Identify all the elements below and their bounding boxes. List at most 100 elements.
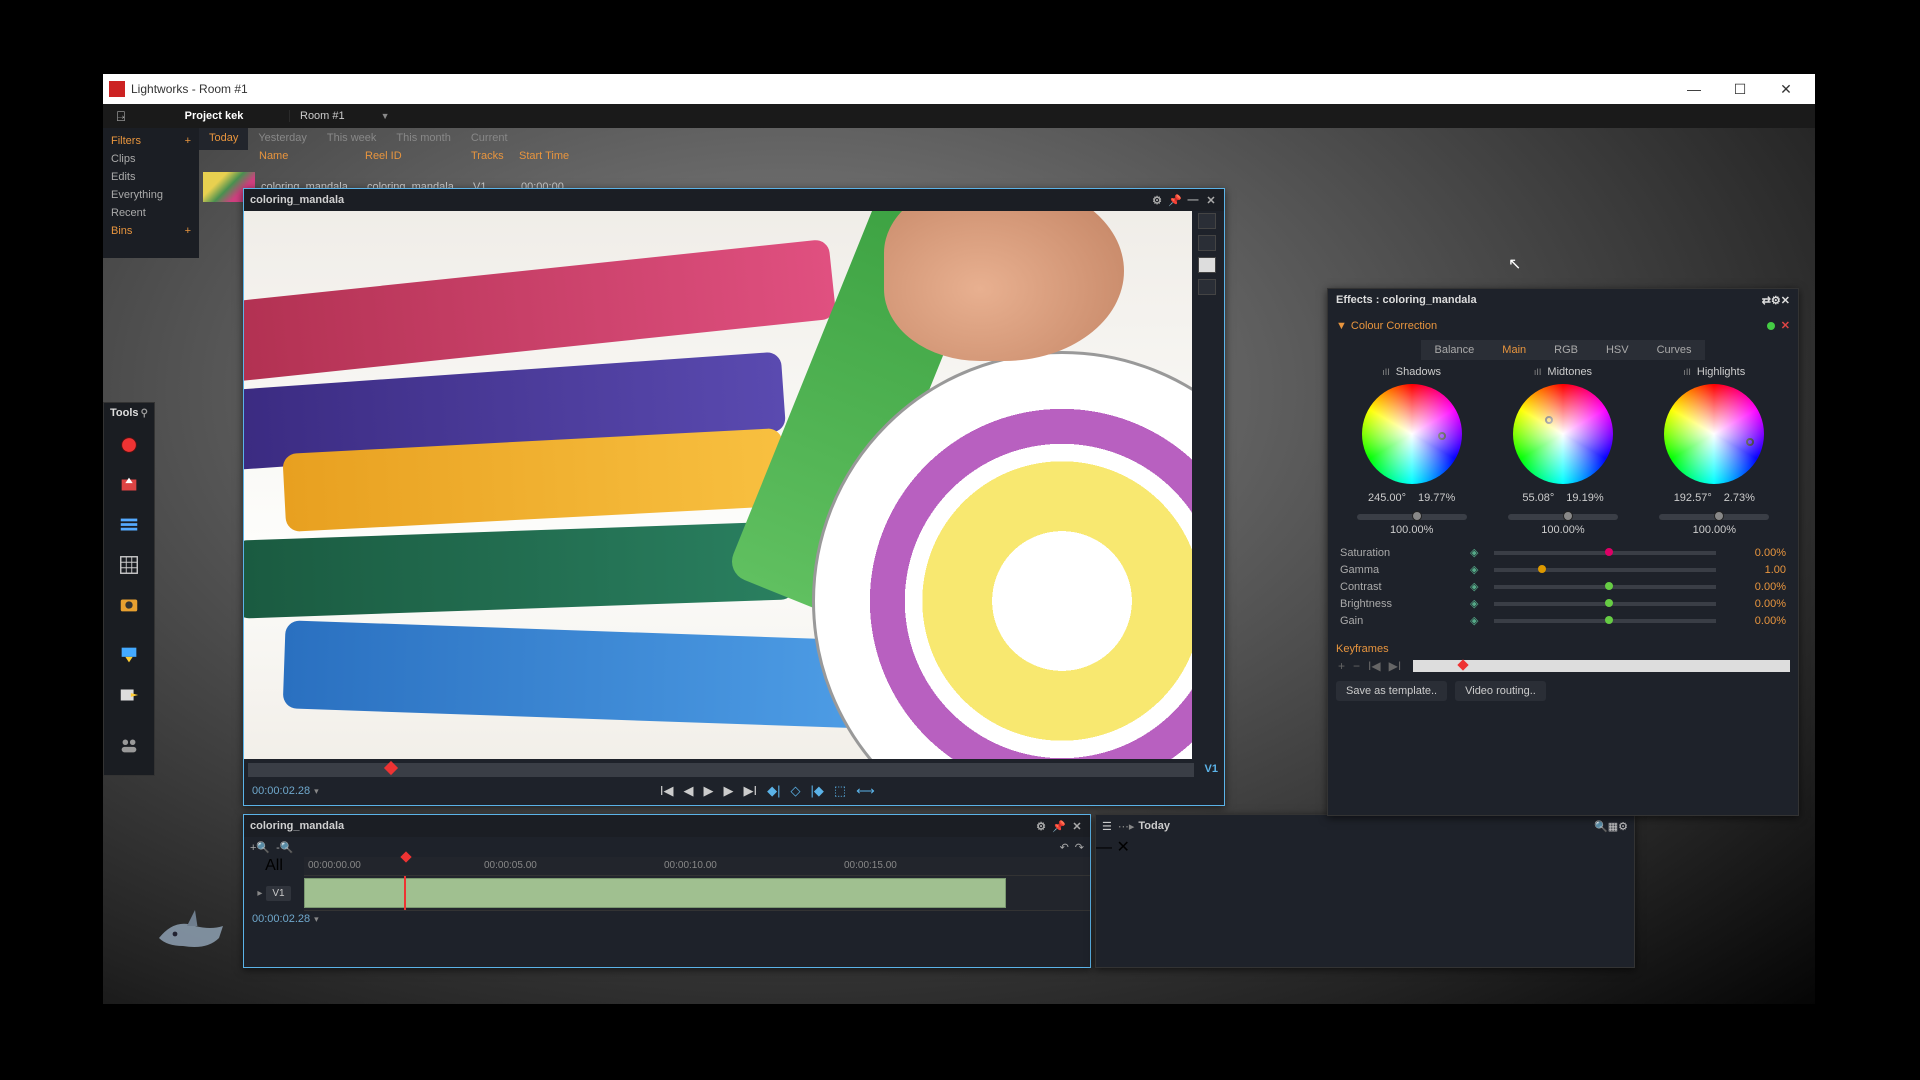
param-slider[interactable] bbox=[1494, 602, 1716, 606]
levels-icon[interactable]: ıII bbox=[1683, 367, 1691, 377]
menu-icon[interactable]: ☰ bbox=[1102, 820, 1112, 833]
tab-balance[interactable]: Balance bbox=[1421, 340, 1489, 360]
scrub-bar[interactable] bbox=[248, 763, 1194, 777]
enabled-indicator[interactable] bbox=[1767, 322, 1775, 330]
zoom-out-button[interactable]: -🔍 bbox=[276, 841, 293, 854]
sidebar-item-everything[interactable]: Everything bbox=[103, 186, 199, 204]
keyframe-track[interactable] bbox=[1413, 660, 1790, 672]
edit-button[interactable] bbox=[111, 637, 147, 673]
color-wheel[interactable] bbox=[1664, 384, 1764, 484]
snapshot-button[interactable] bbox=[111, 587, 147, 623]
gain-slider[interactable] bbox=[1357, 514, 1467, 520]
timeline-ruler[interactable]: 00:00:00.00 00:00:05.00 00:00:10.00 00:0… bbox=[304, 857, 1090, 875]
tab-curves[interactable]: Curves bbox=[1643, 340, 1706, 360]
tab-hsv[interactable]: HSV bbox=[1592, 340, 1643, 360]
sidebar-item-edits[interactable]: Edits bbox=[103, 168, 199, 186]
tab-this-month[interactable]: This month bbox=[386, 128, 460, 150]
playhead-marker[interactable] bbox=[384, 761, 398, 775]
gear-icon[interactable]: ⚙ bbox=[1150, 193, 1164, 207]
minimize-icon[interactable]: — bbox=[1186, 193, 1200, 207]
keyframe-marker[interactable] bbox=[1457, 659, 1468, 670]
pin-icon[interactable]: 📌 bbox=[1168, 193, 1182, 207]
plus-icon[interactable]: + bbox=[185, 225, 191, 237]
slider-knob[interactable] bbox=[1605, 582, 1613, 590]
lines-icon[interactable] bbox=[1198, 235, 1216, 251]
sidebar-item-recent[interactable]: Recent bbox=[103, 204, 199, 222]
goto-end-button[interactable]: ▶I bbox=[743, 783, 757, 799]
keyframe-icon[interactable]: ◈ bbox=[1470, 563, 1486, 576]
undo-button[interactable]: ↶ bbox=[1060, 841, 1069, 854]
share-button[interactable] bbox=[111, 727, 147, 763]
kf-prev-button[interactable]: I◀ bbox=[1366, 659, 1383, 673]
close-icon[interactable]: ✕ bbox=[1116, 839, 1129, 856]
color-wheel[interactable] bbox=[1513, 384, 1613, 484]
gear-icon[interactable]: ⚙ bbox=[1618, 820, 1628, 833]
tab-rgb[interactable]: RGB bbox=[1540, 340, 1592, 360]
goto-start-button[interactable]: I◀ bbox=[660, 783, 674, 799]
grid-icon[interactable]: ▦ bbox=[1608, 820, 1618, 833]
half-icon[interactable] bbox=[1198, 279, 1216, 295]
filters-header[interactable]: Filters+ bbox=[103, 132, 199, 150]
replace-button[interactable]: ⟷ bbox=[856, 783, 875, 799]
close-icon[interactable]: ✕ bbox=[1070, 819, 1084, 833]
all-tracks-button[interactable]: All bbox=[265, 857, 283, 875]
keyframe-icon[interactable]: ◈ bbox=[1470, 614, 1486, 627]
color-wheel[interactable] bbox=[1362, 384, 1462, 484]
step-back-button[interactable]: ◀ bbox=[683, 783, 693, 799]
redo-button[interactable]: ↷ bbox=[1075, 841, 1084, 854]
gain-slider[interactable] bbox=[1508, 514, 1618, 520]
gear-icon[interactable]: ⚙ bbox=[1034, 819, 1048, 833]
keyframe-icon[interactable]: ◈ bbox=[1470, 597, 1486, 610]
remove-effect-button[interactable]: ✕ bbox=[1781, 319, 1790, 332]
pin-icon[interactable]: 📌 bbox=[1052, 819, 1066, 833]
search-button[interactable] bbox=[111, 507, 147, 543]
kf-add-button[interactable]: + bbox=[1336, 659, 1347, 673]
slider-knob[interactable] bbox=[1563, 511, 1573, 521]
play-button[interactable]: ▶ bbox=[703, 783, 713, 799]
tab-today[interactable]: Today bbox=[199, 128, 248, 150]
slider-knob[interactable] bbox=[1714, 511, 1724, 521]
tab-this-week[interactable]: This week bbox=[317, 128, 387, 150]
keyframe-icon[interactable]: ◈ bbox=[1470, 580, 1486, 593]
kf-next-button[interactable]: ▶I bbox=[1387, 659, 1404, 673]
track-v1[interactable] bbox=[304, 875, 1090, 911]
insert-button[interactable]: ⬚ bbox=[834, 783, 846, 799]
track-toggle[interactable]: ▸ bbox=[257, 888, 262, 899]
project-name[interactable]: Project kek bbox=[139, 110, 289, 122]
kf-remove-button[interactable]: − bbox=[1351, 659, 1362, 673]
square-icon[interactable] bbox=[1198, 257, 1216, 273]
settings-icon[interactable]: ⇄ bbox=[1762, 294, 1771, 307]
color-point[interactable] bbox=[1438, 432, 1446, 440]
folder-icon[interactable] bbox=[1198, 213, 1216, 229]
color-point[interactable] bbox=[1545, 416, 1553, 424]
bins-header[interactable]: Bins+ bbox=[103, 222, 199, 240]
breadcrumb[interactable]: Today bbox=[1138, 820, 1170, 832]
export-button[interactable] bbox=[111, 677, 147, 713]
record-button[interactable] bbox=[111, 427, 147, 463]
close-icon[interactable]: ✕ bbox=[1781, 294, 1790, 307]
tab-current[interactable]: Current bbox=[461, 128, 518, 150]
save-template-button[interactable]: Save as template.. bbox=[1336, 681, 1447, 701]
search-icon[interactable]: 🔍 bbox=[1594, 820, 1608, 833]
plus-icon[interactable]: + bbox=[185, 135, 191, 147]
bins-button[interactable] bbox=[111, 547, 147, 583]
slider-knob[interactable] bbox=[1605, 548, 1613, 556]
video-routing-button[interactable]: Video routing.. bbox=[1455, 681, 1546, 701]
clip[interactable] bbox=[304, 878, 1006, 908]
maximize-button[interactable]: ☐ bbox=[1717, 81, 1763, 98]
close-button[interactable]: ✕ bbox=[1763, 81, 1809, 98]
timeline-cursor[interactable] bbox=[404, 876, 406, 910]
pin-icon[interactable]: ⚲ bbox=[141, 408, 148, 419]
mark-out-button[interactable]: |◆ bbox=[810, 783, 823, 799]
zoom-in-button[interactable]: +🔍 bbox=[250, 841, 270, 854]
track-v1-label[interactable]: V1 bbox=[266, 886, 290, 901]
param-slider[interactable] bbox=[1494, 585, 1716, 589]
slider-knob[interactable] bbox=[1412, 511, 1422, 521]
tab-main[interactable]: Main bbox=[1488, 340, 1540, 360]
step-fwd-button[interactable]: ▶ bbox=[723, 783, 733, 799]
back-button[interactable]: ⍈ bbox=[103, 108, 139, 125]
levels-icon[interactable]: ıII bbox=[1382, 367, 1390, 377]
mark-in-button[interactable]: ◆| bbox=[767, 783, 780, 799]
keyframe-icon[interactable]: ◈ bbox=[1470, 546, 1486, 559]
tab-yesterday[interactable]: Yesterday bbox=[248, 128, 317, 150]
